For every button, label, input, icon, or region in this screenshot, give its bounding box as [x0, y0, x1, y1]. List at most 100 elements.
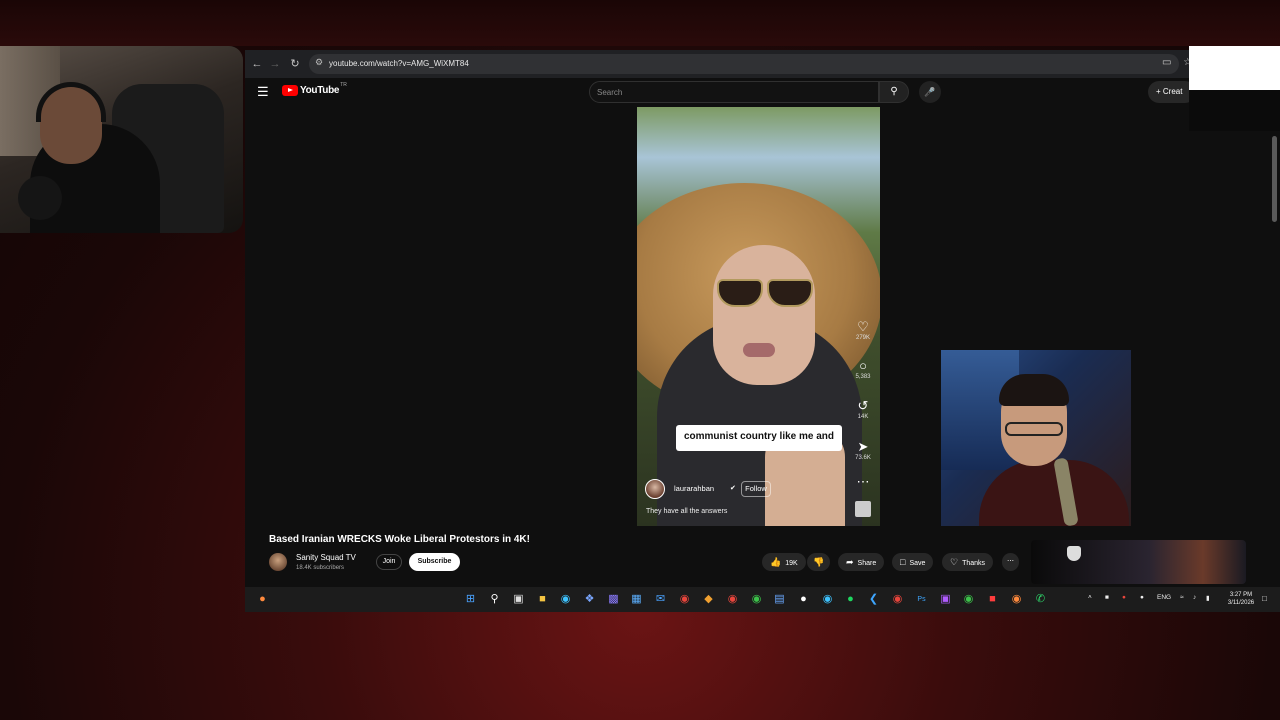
channel-name[interactable]: Sanity Squad TV — [296, 553, 356, 562]
youtube-logo[interactable]: YouTube TR — [282, 82, 347, 96]
whatsapp-icon[interactable]: ✆ — [1033, 592, 1048, 607]
tank-shield-icon — [1067, 546, 1081, 561]
join-button[interactable]: Join — [376, 554, 402, 570]
tray-chrome-icon[interactable]: ● — [1122, 594, 1126, 601]
youtube-header: ☰ YouTube TR Search ⚲ 🎤 + Creat — [245, 78, 1280, 106]
more-action[interactable]: ⋯ — [849, 474, 877, 489]
video-sunglasses — [713, 279, 817, 309]
chrome-icon-1[interactable]: ◉ — [677, 592, 692, 607]
guest-webcam — [941, 350, 1131, 526]
comment-count: 5,383 — [855, 374, 871, 380]
browser-active-icon[interactable]: ◉ — [1009, 592, 1024, 607]
tray-mic-icon[interactable]: ● — [1140, 594, 1144, 601]
app-icon-green[interactable]: ◉ — [961, 592, 976, 607]
short-author: laurarahban ✔ Follow — [645, 478, 845, 502]
stream-background-top — [0, 0, 1280, 46]
channel-avatar[interactable] — [269, 553, 287, 571]
more-horizontal-icon: ⋯ — [1007, 558, 1014, 565]
photoshop-icon[interactable]: Ps — [914, 592, 929, 607]
spotify-icon[interactable]: ● — [843, 592, 858, 607]
author-avatar[interactable] — [645, 479, 665, 499]
share-button[interactable]: ➦ Share — [838, 553, 885, 571]
edge-dev-icon[interactable]: ◉ — [820, 592, 835, 607]
widgets-icon[interactable]: ● — [255, 592, 270, 607]
app-icon-red[interactable]: ■ — [985, 592, 1000, 607]
tray-app-icon[interactable]: ■ — [1105, 594, 1109, 601]
taskbar-clock[interactable]: 3:27 PM 3/11/2026 — [1223, 591, 1259, 607]
address-bar[interactable]: ⚙ youtube.com/watch?v=AMG_WiXMT84 — [309, 54, 1179, 74]
copilot-icon[interactable]: ❖ — [582, 592, 597, 607]
start-icon[interactable]: ⊞ — [463, 592, 478, 607]
share-action[interactable]: ➤ 73.6K — [849, 439, 877, 461]
tray-overflow-icon[interactable]: ˄ — [1088, 594, 1092, 601]
page-scrollbar[interactable] — [1272, 136, 1277, 222]
video-like-count: 19K — [785, 560, 798, 567]
video-player[interactable]: communist country like me and ♡ 279K ○ 5… — [637, 107, 880, 526]
battery-icon[interactable]: ▮ — [1206, 594, 1210, 602]
search-input[interactable]: Search — [589, 81, 879, 103]
volume-icon[interactable]: ♪ — [1193, 594, 1196, 601]
dislike-button[interactable]: 👎 — [807, 553, 831, 571]
thumbs-down-icon: 👎 — [813, 557, 825, 567]
more-actions-button[interactable]: ⋯ — [1002, 553, 1019, 571]
notification-icon[interactable]: □ — [1262, 594, 1267, 603]
voice-search-button[interactable]: 🎤 — [919, 81, 941, 103]
subscribe-button[interactable]: Subscribe — [409, 553, 460, 571]
xbox-icon[interactable]: ◉ — [749, 592, 764, 607]
phone-link-icon[interactable]: ▤ — [772, 592, 787, 607]
file-explorer-icon[interactable]: ■ — [535, 592, 550, 607]
remix-count: 14K — [857, 414, 869, 420]
language-indicator[interactable]: ENG — [1157, 594, 1171, 601]
guest-glasses — [1005, 422, 1063, 436]
comment-icon: ○ — [859, 358, 867, 373]
video-lips — [743, 343, 775, 357]
url-text: youtube.com/watch?v=AMG_WiXMT84 — [329, 59, 469, 68]
app-icon-shield[interactable]: ◆ — [701, 592, 716, 607]
menu-icon[interactable]: ☰ — [257, 84, 269, 100]
youtube-play-icon — [282, 85, 298, 96]
reload-icon[interactable]: ↻ — [287, 56, 303, 72]
share-icon: ➦ — [846, 557, 854, 567]
follow-button[interactable]: Follow — [741, 481, 771, 497]
mail-icon[interactable]: ✉ — [653, 592, 668, 607]
video-face — [713, 245, 815, 385]
app-icon-circle[interactable]: ● — [796, 592, 811, 607]
browser-window: ← → ↻ ⚙ youtube.com/watch?v=AMG_WiXMT84 … — [245, 50, 1280, 612]
chrome-icon-2[interactable]: ◉ — [725, 592, 740, 607]
search-icon: ⚲ — [890, 86, 898, 97]
windows-taskbar: ● ⊞ ⚲ ▣ ■ ◉ ❖ ▩ ▦ ✉ ◉ ◆ ◉ ◉ ▤ ● ◉ ● ❮ ◉ … — [245, 587, 1280, 612]
thanks-button[interactable]: ♡ Thanks — [942, 553, 994, 571]
wifi-icon[interactable]: ≈ — [1180, 594, 1184, 601]
vscode-icon[interactable]: ❮ — [866, 592, 881, 607]
site-info-icon[interactable]: ⚙ — [315, 57, 323, 68]
author-name[interactable]: laurarahban — [674, 484, 714, 493]
repost-icon: ↺ — [857, 398, 869, 413]
back-icon[interactable]: ← — [249, 56, 265, 72]
video-title: Based Iranian WRECKS Woke Liberal Protes… — [269, 534, 530, 545]
app-icon-purple[interactable]: ▣ — [938, 592, 953, 607]
verified-icon: ✔ — [730, 485, 736, 492]
chrome-icon-3[interactable]: ◉ — [890, 592, 905, 607]
browser-toolbar: ← → ↻ ⚙ youtube.com/watch?v=AMG_WiXMT84 … — [245, 50, 1280, 78]
remix-action[interactable]: ↺ 14K — [849, 398, 877, 420]
edge-icon[interactable]: ◉ — [558, 592, 573, 607]
share-label: Share — [857, 560, 877, 567]
forward-icon[interactable]: → — [267, 56, 283, 72]
clock-time: 3:27 PM — [1229, 592, 1253, 598]
task-view-icon[interactable]: ▣ — [511, 592, 526, 607]
sound-thumbnail[interactable] — [855, 501, 871, 517]
subscriber-count: 18.4K subscribers — [296, 565, 345, 571]
search-taskbar-icon[interactable]: ⚲ — [487, 592, 502, 607]
store-icon[interactable]: ▦ — [629, 592, 644, 607]
cast-icon[interactable]: ▭ — [1162, 57, 1171, 68]
save-label: Save — [909, 560, 926, 567]
like-action[interactable]: ♡ 279K — [849, 319, 877, 341]
comment-action[interactable]: ○ 5,383 — [849, 358, 877, 380]
search-button[interactable]: ⚲ — [879, 81, 909, 103]
like-button[interactable]: 👍 19K — [762, 553, 806, 571]
save-button[interactable]: □ Save — [892, 553, 934, 571]
thumbs-up-icon: 👍 — [770, 557, 782, 567]
bookmark-icon: □ — [900, 557, 906, 567]
caption-text: communist country like me and — [683, 431, 835, 442]
teams-icon[interactable]: ▩ — [606, 592, 621, 607]
